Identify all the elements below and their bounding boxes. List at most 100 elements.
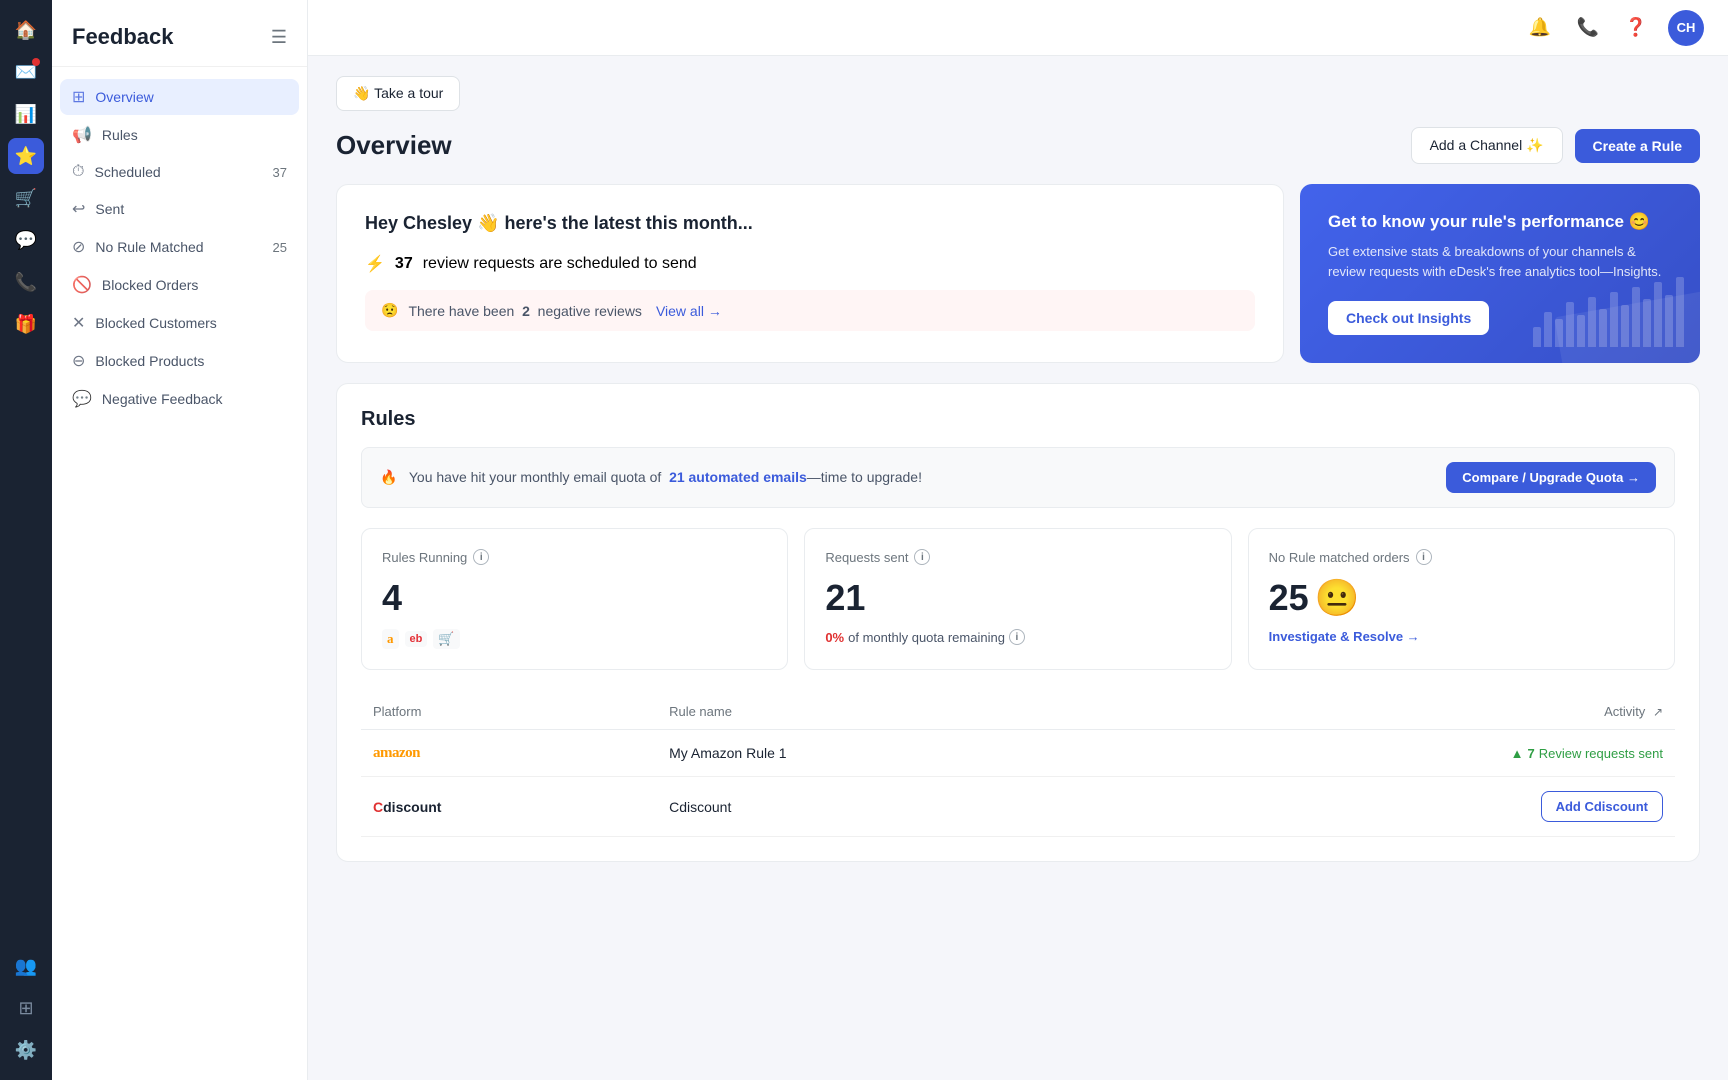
insights-card: Get to know your rule's performance 😊 Ge…: [1300, 184, 1700, 363]
phone-icon[interactable]: 📞: [1572, 12, 1604, 44]
no-rule-label: No Rule Matched: [95, 239, 203, 255]
requests-sent-info-icon[interactable]: i: [914, 549, 930, 565]
amazon-rule-name-cell: My Amazon Rule 1: [657, 730, 1110, 777]
rail-gift-icon[interactable]: 🎁: [8, 306, 44, 342]
rail-mail-icon[interactable]: ✉️: [8, 54, 44, 90]
amazon-platform-cell: amazon: [361, 730, 657, 777]
stat-card-rules-running: Rules Running i 4 a eb 🛒: [361, 528, 788, 670]
hey-greeting: Hey Chesley 👋 here's the latest this mon…: [365, 213, 1255, 234]
platform-icons: a eb 🛒: [382, 629, 767, 649]
scheduled-label: Scheduled: [94, 164, 160, 180]
shopify-platform-icon: 🛒: [433, 629, 459, 649]
sidebar-nav: ⊞ Overview 📢 Rules ⏱ Scheduled 37 ↩ Sent: [52, 67, 307, 429]
quota-text: 🔥 You have hit your monthly email quota …: [380, 469, 922, 486]
stats-grid: Rules Running i 4 a eb 🛒 Requests sent i: [361, 528, 1675, 670]
rail-star-icon[interactable]: ⭐: [8, 138, 44, 174]
activity-trend-icon: ↗: [1653, 705, 1663, 719]
rules-running-value: 4: [382, 577, 767, 619]
rail-users-icon[interactable]: 👥: [8, 948, 44, 984]
avatar[interactable]: CH: [1668, 10, 1704, 46]
blocked-orders-icon: 🚫: [72, 275, 92, 295]
add-channel-button[interactable]: Add a Channel ✨: [1411, 127, 1563, 164]
cdiscount-activity-cell: Add Cdiscount: [1110, 777, 1675, 837]
insights-title: Get to know your rule's performance 😊: [1328, 212, 1672, 232]
quota-remaining: 0% of monthly quota remaining i: [825, 629, 1210, 645]
lightning-icon: ⚡: [365, 254, 385, 274]
up-arrow-icon: ▲: [1511, 746, 1524, 761]
scheduled-text: review requests are scheduled to send: [423, 255, 697, 273]
sidebar-menu-icon[interactable]: ☰: [271, 27, 287, 48]
no-rule-emoji: 😐: [1315, 577, 1360, 619]
cdiscount-platform-cell: Cdiscount: [361, 777, 657, 837]
upgrade-quota-button[interactable]: Compare / Upgrade Quota →: [1446, 462, 1656, 493]
table-row: amazon My Amazon Rule 1 ▲ 7 Review reque…: [361, 730, 1675, 777]
rules-icon: 📢: [72, 125, 92, 145]
blocked-products-icon: ⊖: [72, 351, 85, 371]
blocked-customers-icon: ✕: [72, 313, 85, 333]
rail-phone-icon[interactable]: 📞: [8, 264, 44, 300]
view-all-link[interactable]: View all →: [656, 303, 722, 319]
rules-section-title: Rules: [361, 408, 1675, 431]
sidebar-item-blocked-products[interactable]: ⊖ Blocked Products: [60, 343, 299, 379]
rail-settings-icon[interactable]: ⚙️: [8, 1032, 44, 1068]
sent-label: Sent: [95, 201, 124, 217]
blocked-products-label: Blocked Products: [95, 353, 204, 369]
rail-home-icon[interactable]: 🏠: [8, 12, 44, 48]
bar-chart-decoration: [1533, 277, 1684, 347]
amazon-logo: amazon: [373, 745, 420, 761]
rail-cart-icon[interactable]: 🛒: [8, 180, 44, 216]
sidebar-item-blocked-customers[interactable]: ✕ Blocked Customers: [60, 305, 299, 341]
no-rule-matched-label: No Rule matched orders: [1269, 550, 1410, 565]
platform-column-header: Platform: [361, 694, 657, 730]
stat-card-no-rule-matched: No Rule matched orders i 25 😐 Investigat…: [1248, 528, 1675, 670]
no-rule-count: 25: [273, 240, 287, 255]
page-title: Overview: [336, 130, 452, 161]
rules-running-label: Rules Running: [382, 550, 467, 565]
negative-feedback-icon: 💬: [72, 389, 92, 409]
add-cdiscount-button[interactable]: Add Cdiscount: [1541, 791, 1663, 822]
rail-chart-icon[interactable]: 📊: [8, 96, 44, 132]
stat-card-requests-sent: Requests sent i 21 0% of monthly quota r…: [804, 528, 1231, 670]
rail-chat-icon[interactable]: 💬: [8, 222, 44, 258]
insights-description: Get extensive stats & breakdowns of your…: [1328, 242, 1672, 281]
blocked-orders-label: Blocked Orders: [102, 277, 198, 293]
negative-feedback-label: Negative Feedback: [102, 391, 223, 407]
sidebar-item-scheduled[interactable]: ⏱ Scheduled 37: [60, 155, 299, 189]
hey-section: Hey Chesley 👋 here's the latest this mon…: [336, 184, 1700, 363]
hey-card: Hey Chesley 👋 here's the latest this mon…: [336, 184, 1284, 363]
quota-pct: 0%: [825, 630, 844, 645]
topbar: 🔔 📞 ❓ CH: [308, 0, 1728, 56]
sidebar-item-negative-feedback[interactable]: 💬 Negative Feedback: [60, 381, 299, 417]
investigate-resolve-link[interactable]: Investigate & Resolve →: [1269, 629, 1654, 644]
check-out-insights-button[interactable]: Check out Insights: [1328, 301, 1489, 335]
mail-badge: [32, 58, 40, 66]
sidebar-header: Feedback ☰: [52, 0, 307, 67]
no-rule-matched-info-icon[interactable]: i: [1416, 549, 1432, 565]
sidebar-item-blocked-orders[interactable]: 🚫 Blocked Orders: [60, 267, 299, 303]
cdiscount-logo: Cdiscount: [373, 799, 441, 815]
help-icon[interactable]: ❓: [1620, 12, 1652, 44]
rail-grid-icon[interactable]: ⊞: [8, 990, 44, 1026]
requests-sent-value: 21: [825, 577, 1210, 619]
overview-icon: ⊞: [72, 87, 85, 107]
no-rule-icon: ⊘: [72, 237, 85, 257]
sidebar-item-overview[interactable]: ⊞ Overview: [60, 79, 299, 115]
main-area: 🔔 📞 ❓ CH 👋 Take a tour Overview Add a Ch…: [308, 0, 1728, 1080]
quota-remaining-info-icon[interactable]: i: [1009, 629, 1025, 645]
rules-running-info-icon[interactable]: i: [473, 549, 489, 565]
sidebar-item-sent[interactable]: ↩ Sent: [60, 191, 299, 227]
scheduled-info: ⚡ 37 review requests are scheduled to se…: [365, 254, 1255, 274]
page-header: Overview Add a Channel ✨ Create a Rule: [336, 127, 1700, 164]
sidebar-item-no-rule-matched[interactable]: ⊘ No Rule Matched 25: [60, 229, 299, 265]
sidebar-item-rules[interactable]: 📢 Rules: [60, 117, 299, 153]
rules-label: Rules: [102, 127, 138, 143]
take-a-tour-button[interactable]: 👋 Take a tour: [336, 76, 460, 111]
activity-column-header: Activity ↗: [1110, 694, 1675, 730]
requests-sent-label: Requests sent: [825, 550, 908, 565]
create-rule-button[interactable]: Create a Rule: [1575, 129, 1700, 163]
quota-count: 21 automated emails: [669, 469, 807, 485]
no-rule-matched-value: 25 😐: [1269, 577, 1654, 619]
icon-rail: 🏠 ✉️ 📊 ⭐ 🛒 💬 📞 🎁 👥 ⊞ ⚙️: [0, 0, 52, 1080]
rule-name-column-header: Rule name: [657, 694, 1110, 730]
notification-bell-icon[interactable]: 🔔: [1524, 12, 1556, 44]
